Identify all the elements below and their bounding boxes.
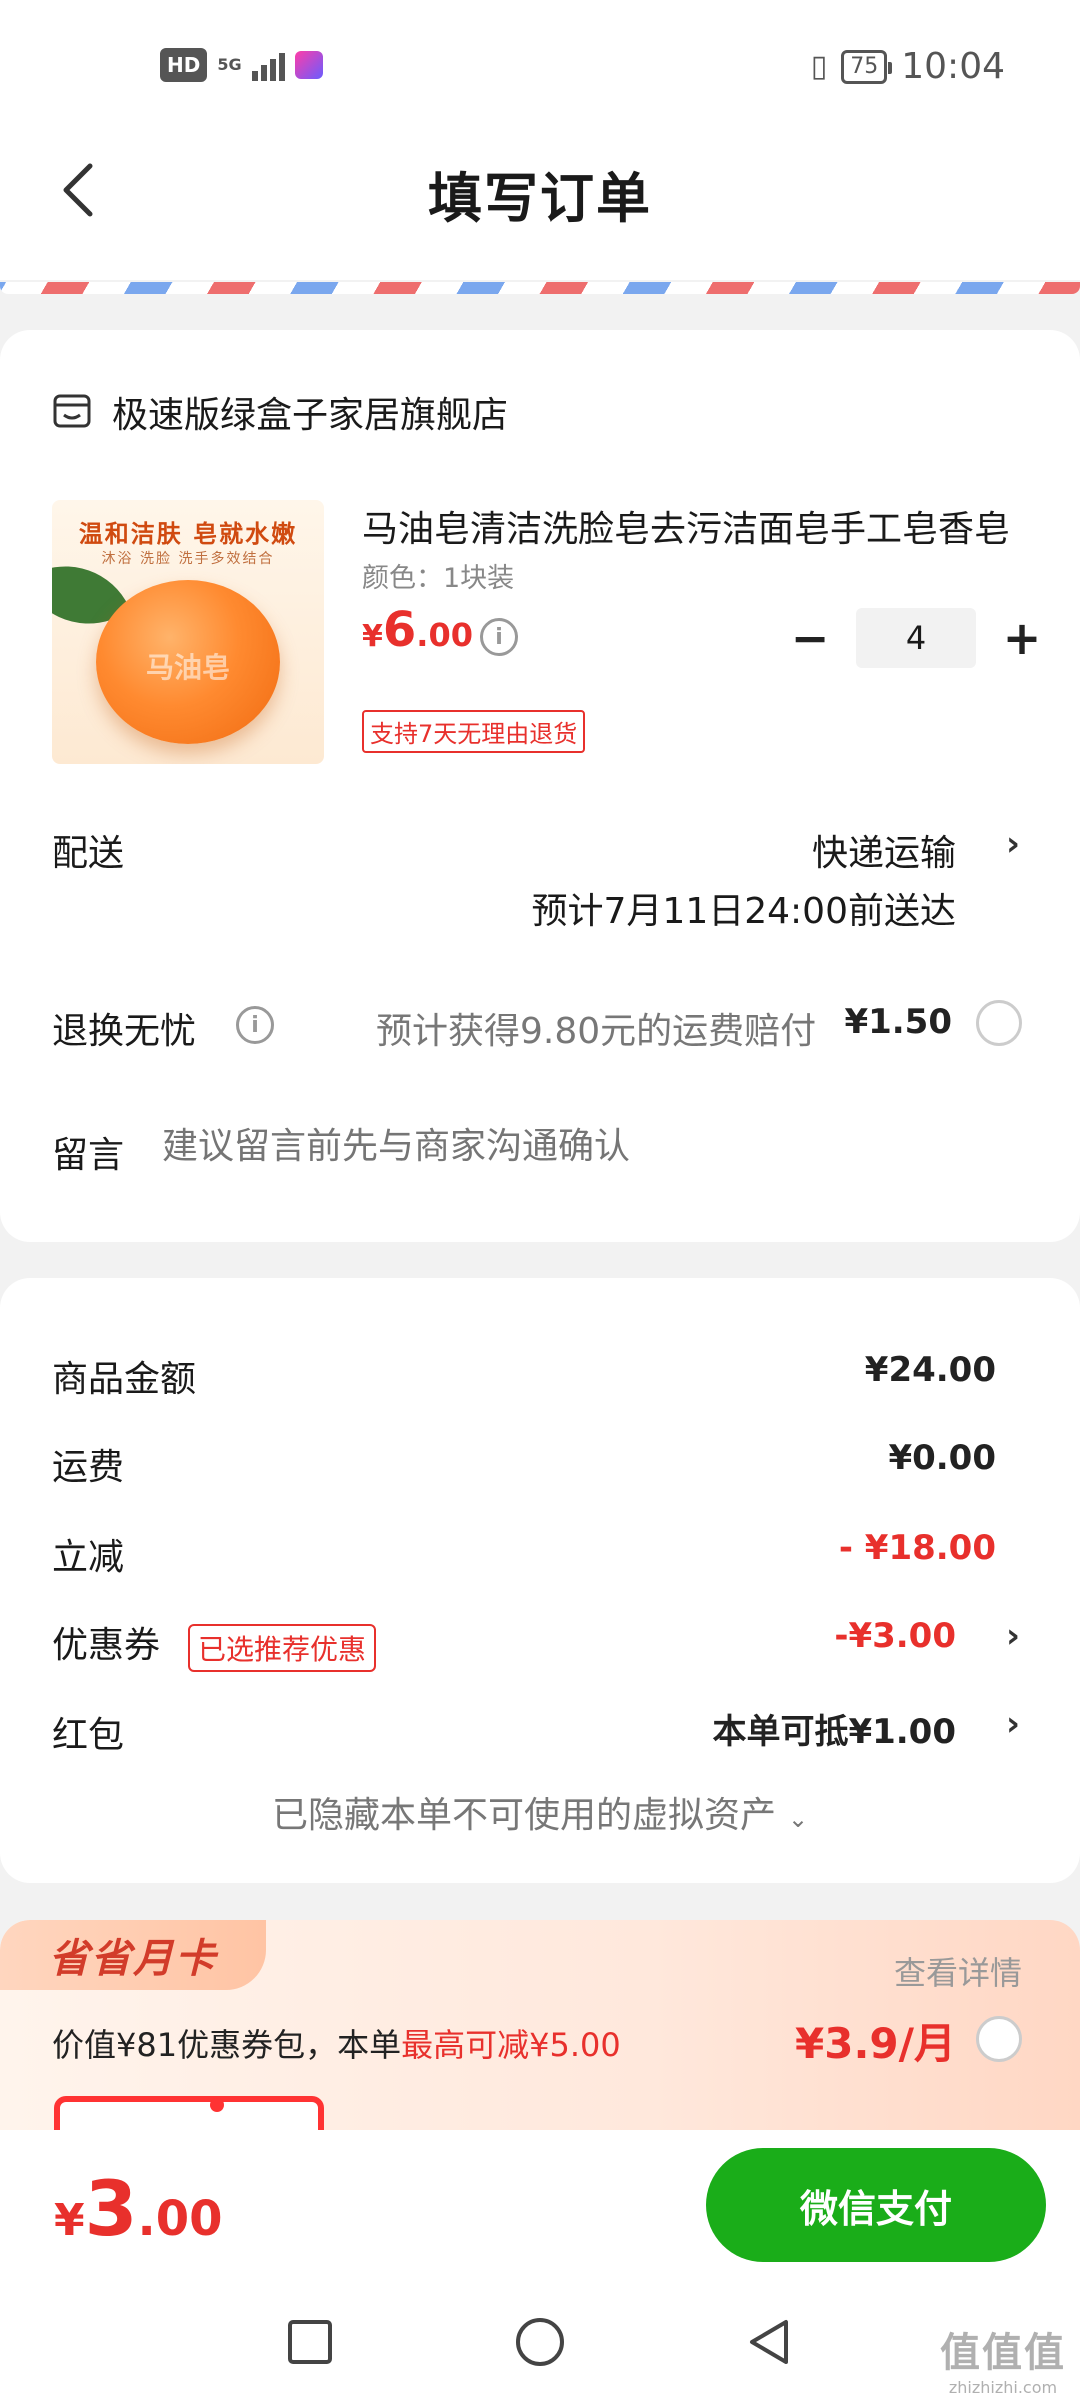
network-type: 5G [217, 55, 242, 74]
return-policy-badge: 支持7天无理由退货 [362, 710, 586, 753]
system-back-button[interactable] [740, 2312, 800, 2372]
worry-free-price: ¥1.50 [844, 1002, 952, 1042]
worry-free-radio[interactable] [976, 1000, 1022, 1046]
site-watermark: 值值值 zhizhizhi.com [940, 2320, 1066, 2397]
price-integer: 6 [382, 602, 417, 658]
signal-icon [251, 49, 285, 81]
shop-row[interactable]: 极速版绿盒子家居旗舰店 [52, 386, 508, 438]
shipping-label: 运费 [52, 1447, 125, 1488]
delivery-eta: 预计7月11日24:00前送达 [531, 891, 956, 932]
coupon-value[interactable]: -¥3.00 [834, 1616, 956, 1656]
info-icon[interactable]: i [480, 618, 518, 656]
shipping-value: ¥0.00 [888, 1438, 996, 1478]
message-label: 留言 [52, 1135, 125, 1176]
monthly-card-description: 价值¥81优惠券包，本单最高可减¥5.00 [52, 2020, 621, 2066]
monthly-card-badge: 省省月卡 [0, 1920, 266, 1990]
red-packet-label: 红包 [52, 1715, 125, 1756]
page-title: 填写订单 [428, 167, 652, 230]
app-notification-icon [294, 51, 323, 79]
chevron-right-icon[interactable]: › [1006, 824, 1020, 864]
chevron-down-icon: ⌄ [787, 1805, 809, 1833]
status-bar: HD 5G ▯ 75 10:04 [0, 0, 1080, 130]
soap-picture: 马油皂 [96, 580, 280, 744]
total-integer: 3 [84, 2164, 138, 2253]
monthly-card-desc-highlight: 最高可减¥5.00 [401, 2026, 621, 2064]
chevron-right-icon[interactable]: › [1006, 1616, 1020, 1656]
wechat-pay-button[interactable]: 微信支付 [706, 2148, 1046, 2262]
hd-indicator: HD [160, 48, 208, 82]
battery-icon: 75 [841, 49, 893, 84]
store-icon [52, 390, 92, 434]
watermark-url: zhizhizhi.com [948, 2378, 1058, 2397]
message-input[interactable] [162, 1126, 1022, 1167]
clock: 10:04 [901, 46, 1005, 87]
product-image[interactable]: 温和洁肤 皂就水嫩 沐浴 洗脸 洗手多效结合 马油皂 [52, 500, 324, 764]
coupon-badge: 已选推荐优惠 [188, 1624, 377, 1672]
delivery-label: 配送 [52, 833, 125, 874]
triangle-back-icon [750, 2320, 788, 2364]
product-image-title: 温和洁肤 皂就水嫩 [78, 520, 298, 548]
page-header: 填写订单 [0, 130, 1080, 280]
coupon-label: 优惠券 [52, 1625, 161, 1666]
monthly-card-promo: 省省月卡 查看详情 价值¥81优惠券包，本单最高可减¥5.00 ¥3.9/月 [0, 1920, 1080, 2140]
status-right: ▯ 75 10:04 [811, 46, 1005, 87]
total-currency: ¥ [54, 2195, 85, 2246]
product-image-subtitle: 沐浴 洗脸 洗手多效结合 [101, 551, 275, 567]
monthly-card-radio[interactable] [976, 2016, 1022, 2062]
circle-icon [516, 2318, 564, 2366]
soap-embossed-text: 马油皂 [145, 651, 230, 684]
total-decimal: .00 [137, 2191, 223, 2247]
goods-amount-value: ¥24.00 [864, 1350, 996, 1390]
product-spec: 颜色：1块装 [362, 563, 515, 594]
total-price: ¥3.00 [54, 2164, 223, 2253]
red-packet-value[interactable]: 本单可抵¥1.00 [712, 1704, 956, 1753]
price-summary-card: 商品金额 ¥24.00 运费 ¥0.00 立减 - ¥18.00 优惠券 已选推… [0, 1278, 1080, 1883]
product-name[interactable]: 马油皂清洁洗脸皂去污洁面皂手工皂香皂 [362, 500, 1032, 552]
price-decimal: .00 [416, 616, 473, 654]
home-button[interactable] [510, 2312, 570, 2372]
monthly-card-desc-prefix: 价值¥81优惠券包，本单 [52, 2026, 402, 2064]
monthly-card-title: 省省月卡 [49, 1936, 217, 1982]
shop-name: 极速版绿盒子家居旗舰店 [112, 395, 509, 436]
worry-free-description: 预计获得9.80元的运费赔付 [376, 1011, 817, 1052]
discount-value: - ¥18.00 [838, 1528, 996, 1568]
recent-apps-button[interactable] [280, 2312, 340, 2372]
hidden-assets-toggle[interactable]: 已隐藏本单不可使用的虚拟资产 ⌄ [0, 1786, 1080, 1838]
status-left: HD 5G [160, 48, 323, 82]
chevron-right-icon[interactable]: › [1006, 1704, 1020, 1744]
info-icon[interactable]: i [236, 1006, 274, 1044]
monthly-card-price: ¥3.9/月 [795, 2019, 956, 2068]
worry-free-label: 退换无忧 [52, 1011, 197, 1052]
decrease-button[interactable]: − [780, 608, 840, 668]
order-card: 极速版绿盒子家居旗舰店 温和洁肤 皂就水嫩 沐浴 洗脸 洗手多效结合 马油皂 马… [0, 330, 1080, 1242]
watermark-logo: 值值值 [940, 2330, 1066, 2376]
airmail-stripe [0, 282, 1080, 294]
price-currency: ¥ [362, 619, 383, 654]
quantity-stepper: − 4 + [780, 608, 1052, 668]
discount-label: 立减 [52, 1537, 125, 1578]
quantity-value[interactable]: 4 [856, 608, 976, 668]
vibrate-icon: ▯ [810, 49, 828, 84]
system-nav-bar [0, 2280, 1080, 2400]
goods-amount-label: 商品金额 [52, 1359, 197, 1400]
square-icon [288, 2320, 332, 2364]
increase-button[interactable]: + [992, 608, 1052, 668]
hidden-assets-text: 已隐藏本单不可使用的虚拟资产 [271, 1795, 776, 1836]
view-details-link[interactable]: 查看详情 [894, 1948, 1022, 1994]
delivery-method[interactable]: 快递运输 [812, 824, 956, 876]
checkout-bar: ¥3.00 微信支付 [0, 2130, 1080, 2280]
product-price: ¥6.00 [362, 602, 473, 658]
